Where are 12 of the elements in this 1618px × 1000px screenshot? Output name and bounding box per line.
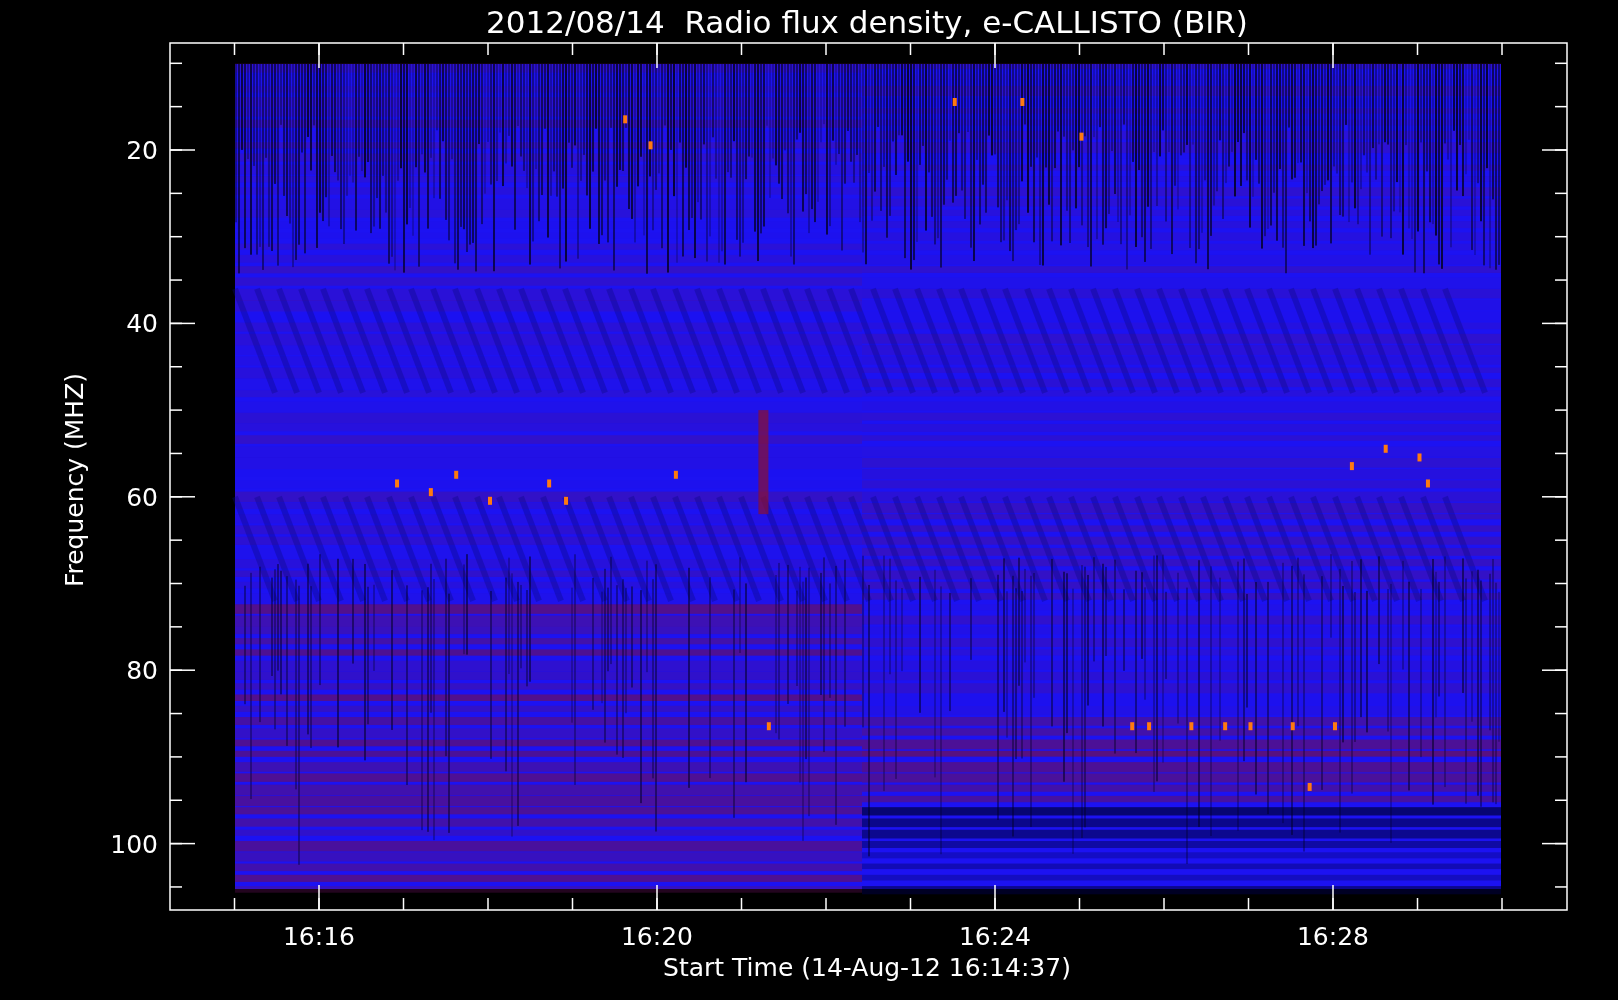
tick-label: 80	[126, 656, 158, 686]
tick-label: 16:20	[621, 922, 693, 951]
tick-label: 60	[126, 482, 158, 512]
chart-title: 2012/08/14 Radio flux density, e-CALLISTO (BIR)	[486, 4, 1248, 40]
tick-label: 16:16	[283, 922, 355, 951]
tick-label: 16:28	[1297, 922, 1369, 951]
axis-label: Start Time (14-Aug-12 16:14:37)	[663, 953, 1071, 982]
tick-label: 40	[126, 309, 158, 339]
tick-label: 16:24	[959, 922, 1031, 951]
tick-label: 100	[110, 829, 158, 859]
axis-label: Frequency (MHZ)	[60, 372, 89, 588]
tick-label: 20	[126, 136, 158, 165]
